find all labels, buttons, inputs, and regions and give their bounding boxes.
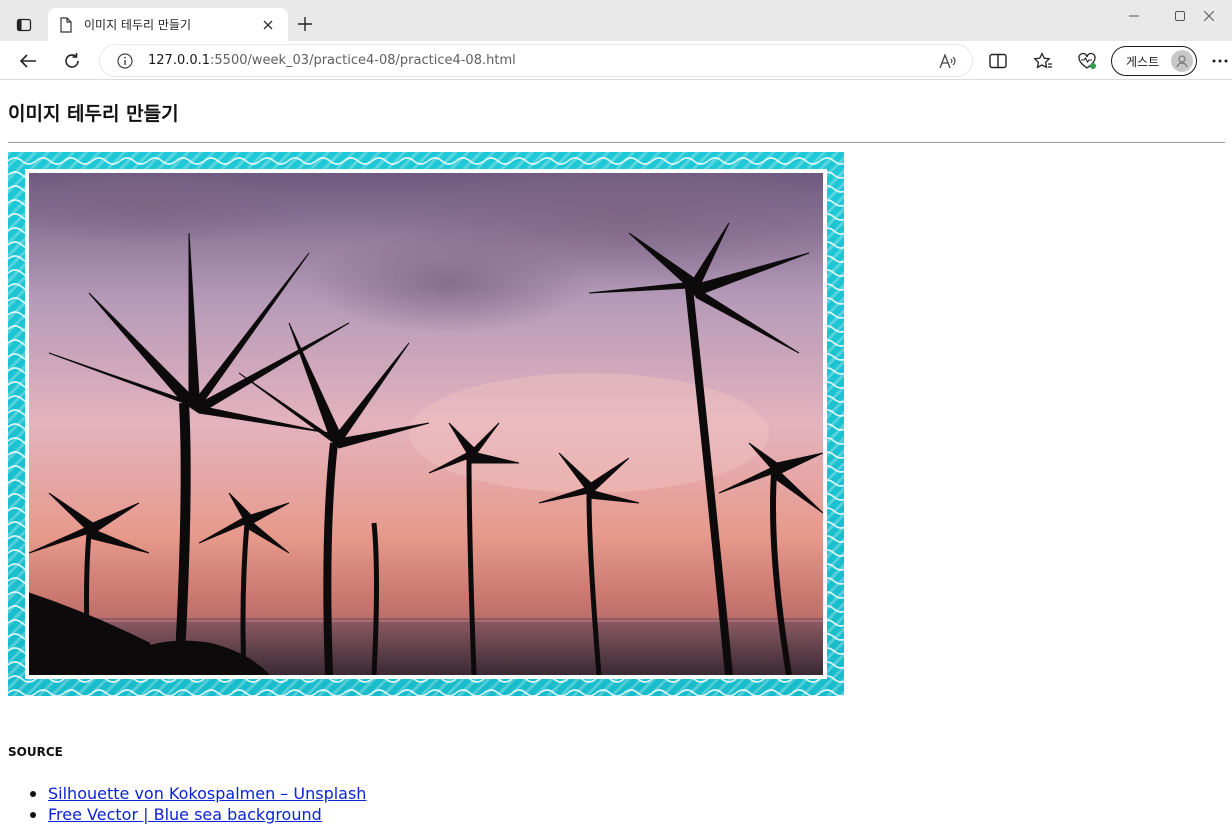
maximize-icon — [1175, 11, 1185, 21]
browser-essentials-button[interactable] — [1071, 45, 1103, 77]
profile-button[interactable]: 게스트 — [1111, 46, 1197, 76]
browser-toolbar: 127.0.0.1:5500/week_03/practice4-08/prac… — [0, 41, 1232, 80]
reload-button[interactable] — [56, 45, 88, 77]
tab-actions-button[interactable] — [8, 9, 40, 41]
sunset-photo — [25, 169, 827, 679]
more-dots-icon — [1212, 59, 1228, 63]
favorites-button[interactable] — [1027, 45, 1059, 77]
list-item: Free Vector | Blue sea background — [29, 804, 366, 825]
url-text: 127.0.0.1:5500/week_03/practice4-08/prac… — [148, 53, 516, 68]
tab-actions-icon — [16, 18, 32, 32]
close-window-icon — [1204, 11, 1214, 21]
list-item: Silhouette von Kokospalmen – Unsplash — [29, 783, 366, 804]
close-tab-icon[interactable] — [258, 15, 278, 35]
unsplash-link[interactable]: Silhouette von Kokospalmen – Unsplash — [48, 784, 366, 803]
site-info-icon[interactable] — [116, 52, 134, 70]
page-heading: 이미지 테두리 만들기 — [8, 103, 179, 125]
freepik-link[interactable]: Free Vector | Blue sea background — [48, 805, 322, 824]
read-aloud-icon[interactable] — [938, 51, 958, 71]
new-tab-button[interactable] — [292, 11, 318, 37]
address-bar[interactable]: 127.0.0.1:5500/week_03/practice4-08/prac… — [100, 45, 972, 76]
page-icon — [58, 16, 74, 33]
source-heading: SOURCE — [8, 745, 63, 759]
tab-strip: 이미지 테두리 만들기 — [0, 0, 1232, 41]
minimize-button[interactable] — [1111, 0, 1157, 32]
heart-pulse-icon — [1078, 52, 1096, 69]
split-screen-button[interactable] — [982, 45, 1014, 77]
tab-title: 이미지 테두리 만들기 — [84, 18, 191, 32]
settings-more-button[interactable] — [1204, 45, 1232, 77]
favorites-star-icon — [1033, 52, 1052, 69]
profile-label: 게스트 — [1126, 54, 1160, 69]
guest-avatar-icon — [1171, 50, 1193, 72]
image-border-frame — [8, 152, 844, 696]
url-path: :5500/week_03/practice4-08/practice4-08.… — [210, 53, 516, 68]
page-content: 이미지 테두리 만들기 SOURCE Silhouette von Kokosp… — [0, 81, 1232, 840]
split-screen-icon — [989, 53, 1007, 69]
close-window-button[interactable] — [1186, 0, 1232, 32]
url-host: 127.0.0.1 — [148, 53, 211, 68]
plus-icon — [298, 17, 312, 31]
divider — [8, 142, 1225, 143]
minimize-icon — [1129, 15, 1139, 17]
palm-sunset-image — [29, 173, 823, 675]
back-button[interactable] — [12, 45, 44, 77]
active-tab[interactable]: 이미지 테두리 만들기 — [48, 8, 288, 41]
reload-icon — [65, 53, 79, 68]
source-links-list: Silhouette von Kokospalmen – Unsplash Fr… — [29, 783, 366, 825]
back-arrow-icon — [19, 54, 36, 68]
